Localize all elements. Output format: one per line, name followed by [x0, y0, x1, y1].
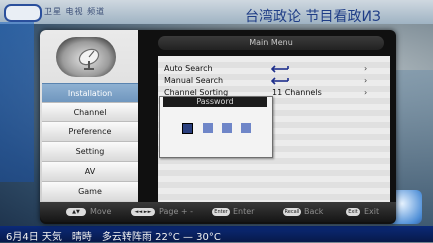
hint-exit: Exit [364, 207, 380, 216]
nav-item-av[interactable]: AV [42, 161, 138, 181]
menu-row-manual-search[interactable]: Manual Search › [158, 75, 390, 87]
nav-item-channel[interactable]: Channel [42, 102, 138, 122]
key-page: ◄◄ ►► [131, 208, 155, 216]
hint-back: Back [304, 207, 324, 216]
chevron-right-icon: › [364, 76, 368, 85]
hint-move: Move [90, 207, 112, 216]
key-enter: Enter [212, 208, 230, 216]
chevron-right-icon: › [364, 64, 368, 73]
nav-item-preference[interactable]: Preference [42, 121, 138, 141]
password-digit-2[interactable] [203, 123, 213, 133]
broadcast-bottom-ticker: 6月4日 天気 晴時 多云转阵雨 22°C — 30°C [6, 232, 221, 243]
menu-row-auto-search[interactable]: Auto Search › [158, 63, 390, 75]
password-digit-1[interactable] [182, 123, 193, 134]
background-graphic-left [0, 22, 34, 182]
hint-enter: Enter [233, 207, 255, 216]
channel-logo-text: 卫星 电视 频道 [44, 7, 106, 16]
menu-title: Main Menu [158, 36, 384, 50]
broadcast-top-ticker: 台湾政论 节目看政ИЗ [245, 9, 381, 25]
nav-item-game[interactable]: Game [42, 181, 138, 201]
enter-arrow-icon [270, 65, 289, 73]
key-recall: Recall [283, 208, 301, 216]
chevron-right-icon: › [364, 88, 368, 97]
row-label: Manual Search [164, 76, 224, 85]
key-move: ▲▼ [66, 208, 86, 216]
key-exit: Exit [346, 208, 360, 216]
password-dialog-title: Password [163, 97, 267, 107]
hint-page: Page + - [159, 207, 194, 216]
password-digit-3[interactable] [222, 123, 232, 133]
nav-item-setting[interactable]: Setting [42, 141, 138, 161]
satellite-dish-icon [78, 48, 100, 70]
row-label: Auto Search [164, 64, 213, 73]
password-digit-4[interactable] [241, 123, 251, 133]
row-value: 11 Channels [272, 88, 322, 97]
channel-logo [4, 4, 42, 22]
enter-arrow-icon [270, 77, 289, 85]
nav-item-installation[interactable]: Installation [42, 83, 138, 103]
